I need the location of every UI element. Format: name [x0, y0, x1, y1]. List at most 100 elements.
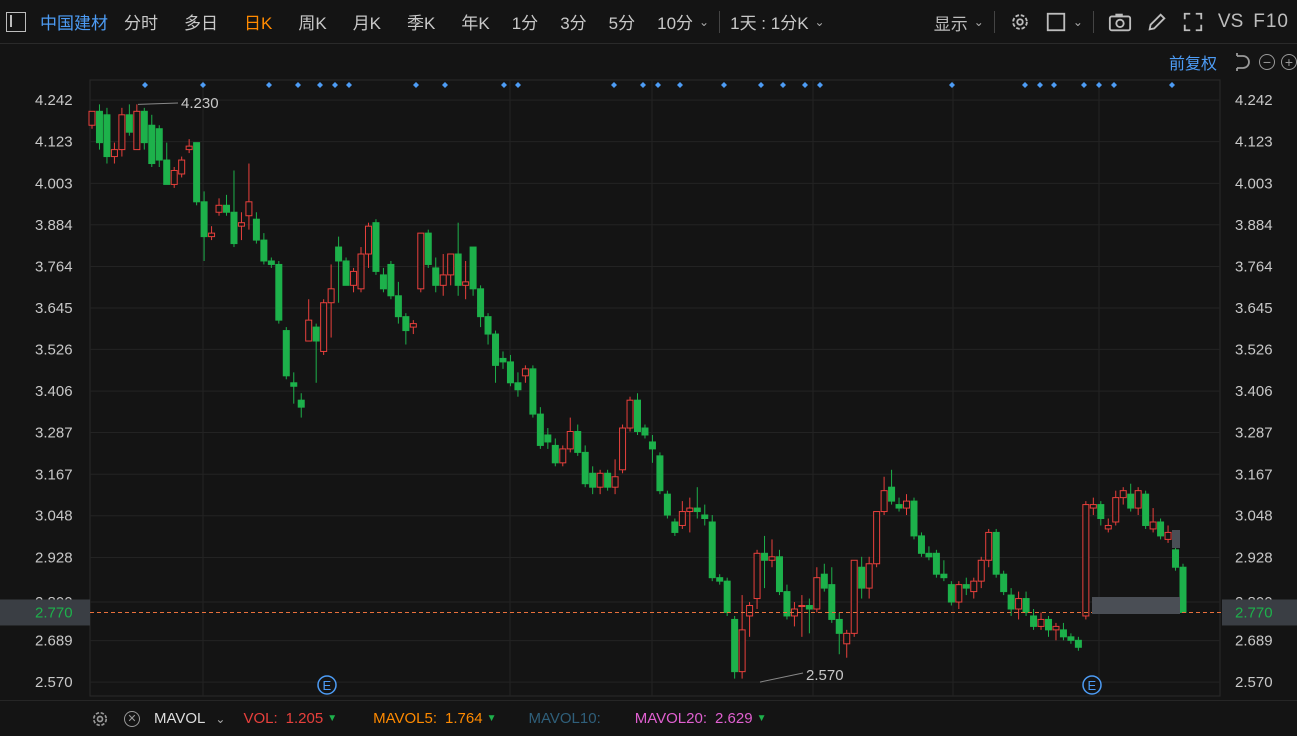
candle-body[interactable]: [462, 281, 470, 286]
event-dot-icon[interactable]: [515, 82, 521, 88]
display-menu[interactable]: 显示: [934, 10, 968, 35]
event-dot-icon[interactable]: [1169, 82, 1175, 88]
event-dot-icon[interactable]: [142, 82, 148, 88]
event-dot-icon[interactable]: [677, 82, 683, 88]
chevron-down-icon[interactable]: ⌄: [815, 15, 825, 29]
event-dot-icon[interactable]: [1051, 82, 1057, 88]
candle-body[interactable]: [1179, 566, 1187, 613]
candle-body[interactable]: [835, 618, 843, 634]
candle-body[interactable]: [753, 552, 761, 600]
candle-body[interactable]: [193, 142, 201, 203]
event-dot-icon[interactable]: [1037, 82, 1043, 88]
candle-body[interactable]: [925, 552, 933, 558]
event-dot-icon[interactable]: [346, 82, 352, 88]
candle-body[interactable]: [551, 444, 559, 464]
candle-body[interactable]: [529, 368, 537, 415]
candle-body[interactable]: [118, 114, 126, 151]
candle-body[interactable]: [619, 427, 627, 471]
period-tab[interactable]: 季K: [407, 9, 435, 34]
candle-body[interactable]: [716, 577, 724, 582]
candle-body[interactable]: [581, 451, 589, 485]
candle-body[interactable]: [260, 239, 268, 262]
candle-body[interactable]: [447, 253, 455, 276]
period-tab[interactable]: 年K: [461, 9, 489, 34]
candle-body[interactable]: [813, 577, 821, 610]
event-dot-icon[interactable]: [655, 82, 661, 88]
candle-body[interactable]: [910, 500, 918, 537]
candle-body[interactable]: [1157, 521, 1165, 537]
candle-body[interactable]: [163, 159, 171, 185]
candle-body[interactable]: [731, 618, 739, 673]
candle-body[interactable]: [424, 232, 432, 265]
candle-body[interactable]: [245, 201, 253, 217]
candle-body[interactable]: [559, 448, 567, 464]
candle-body[interactable]: [185, 145, 193, 151]
candle-body[interactable]: [566, 431, 574, 450]
candle-body[interactable]: [148, 124, 156, 165]
candle-body[interactable]: [327, 288, 335, 304]
candle-body[interactable]: [865, 563, 873, 589]
candle-body[interactable]: [394, 295, 402, 318]
period-tab[interactable]: 10分: [657, 9, 693, 34]
candle-body[interactable]: [723, 580, 731, 613]
candle-body[interactable]: [634, 399, 641, 433]
candle-body[interactable]: [574, 431, 582, 453]
candle-body[interactable]: [663, 493, 671, 516]
candle-body[interactable]: [312, 326, 320, 342]
candle-body[interactable]: [1030, 615, 1038, 627]
candle-body[interactable]: [895, 504, 903, 509]
candle-body[interactable]: [708, 521, 716, 579]
candle-body[interactable]: [828, 584, 836, 620]
candle-body[interactable]: [454, 253, 462, 286]
candle-body[interactable]: [977, 559, 985, 582]
candle-body[interactable]: [432, 267, 440, 286]
close-icon[interactable]: ✕: [124, 710, 140, 727]
candle-body[interactable]: [746, 605, 754, 617]
gear-icon[interactable]: [1009, 11, 1031, 33]
candle-body[interactable]: [985, 531, 993, 561]
candle-body[interactable]: [1037, 618, 1045, 627]
candle-body[interactable]: [514, 382, 522, 391]
candle-body[interactable]: [1089, 504, 1097, 509]
event-dot-icon[interactable]: [1022, 82, 1028, 88]
candle-body[interactable]: [917, 535, 925, 554]
candle-body[interactable]: [1134, 490, 1142, 509]
candle-body[interactable]: [492, 333, 500, 366]
candle-body[interactable]: [858, 566, 866, 589]
candle-body[interactable]: [125, 114, 133, 133]
candle-body[interactable]: [589, 472, 597, 488]
candle-body[interactable]: [1067, 636, 1075, 641]
candle-body[interactable]: [252, 218, 260, 241]
event-dot-icon[interactable]: [640, 82, 646, 88]
sidebar-toggle-icon[interactable]: [6, 11, 26, 32]
candle-body[interactable]: [372, 222, 380, 272]
pencil-icon[interactable]: [1146, 11, 1168, 33]
candle-body[interactable]: [178, 159, 186, 175]
candle-body[interactable]: [133, 110, 141, 151]
candle-body[interactable]: [798, 605, 806, 608]
candle-body[interactable]: [95, 110, 103, 144]
event-dot-icon[interactable]: [332, 82, 338, 88]
candlestick-svg[interactable]: 4.242 4.242 4.123 4.123 4.003 4.003 3.884 3.884…: [0, 44, 1297, 700]
interval-selector[interactable]: 1天 : 1分K: [730, 9, 808, 34]
event-dot-icon[interactable]: [317, 82, 323, 88]
event-dot-icon[interactable]: [1096, 82, 1102, 88]
candle-body[interactable]: [880, 490, 888, 513]
candle-body[interactable]: [693, 507, 701, 513]
period-tab[interactable]: 日K: [244, 9, 272, 34]
event-dot-icon[interactable]: [1111, 82, 1117, 88]
candle-body[interactable]: [1074, 639, 1082, 648]
candle-body[interactable]: [155, 128, 163, 161]
layout-square-icon[interactable]: [1045, 11, 1067, 33]
candle-body[interactable]: [820, 573, 828, 589]
candle-body[interactable]: [439, 274, 447, 286]
candle-body[interactable]: [1015, 598, 1023, 610]
candle-body[interactable]: [469, 246, 477, 290]
candle-body[interactable]: [484, 316, 492, 335]
candle-body[interactable]: [932, 552, 940, 575]
candle-body[interactable]: [409, 323, 417, 328]
candle-body[interactable]: [611, 476, 619, 488]
fullscreen-icon[interactable]: [1182, 11, 1204, 33]
candle-body[interactable]: [342, 260, 350, 286]
candle-body[interactable]: [417, 232, 425, 290]
